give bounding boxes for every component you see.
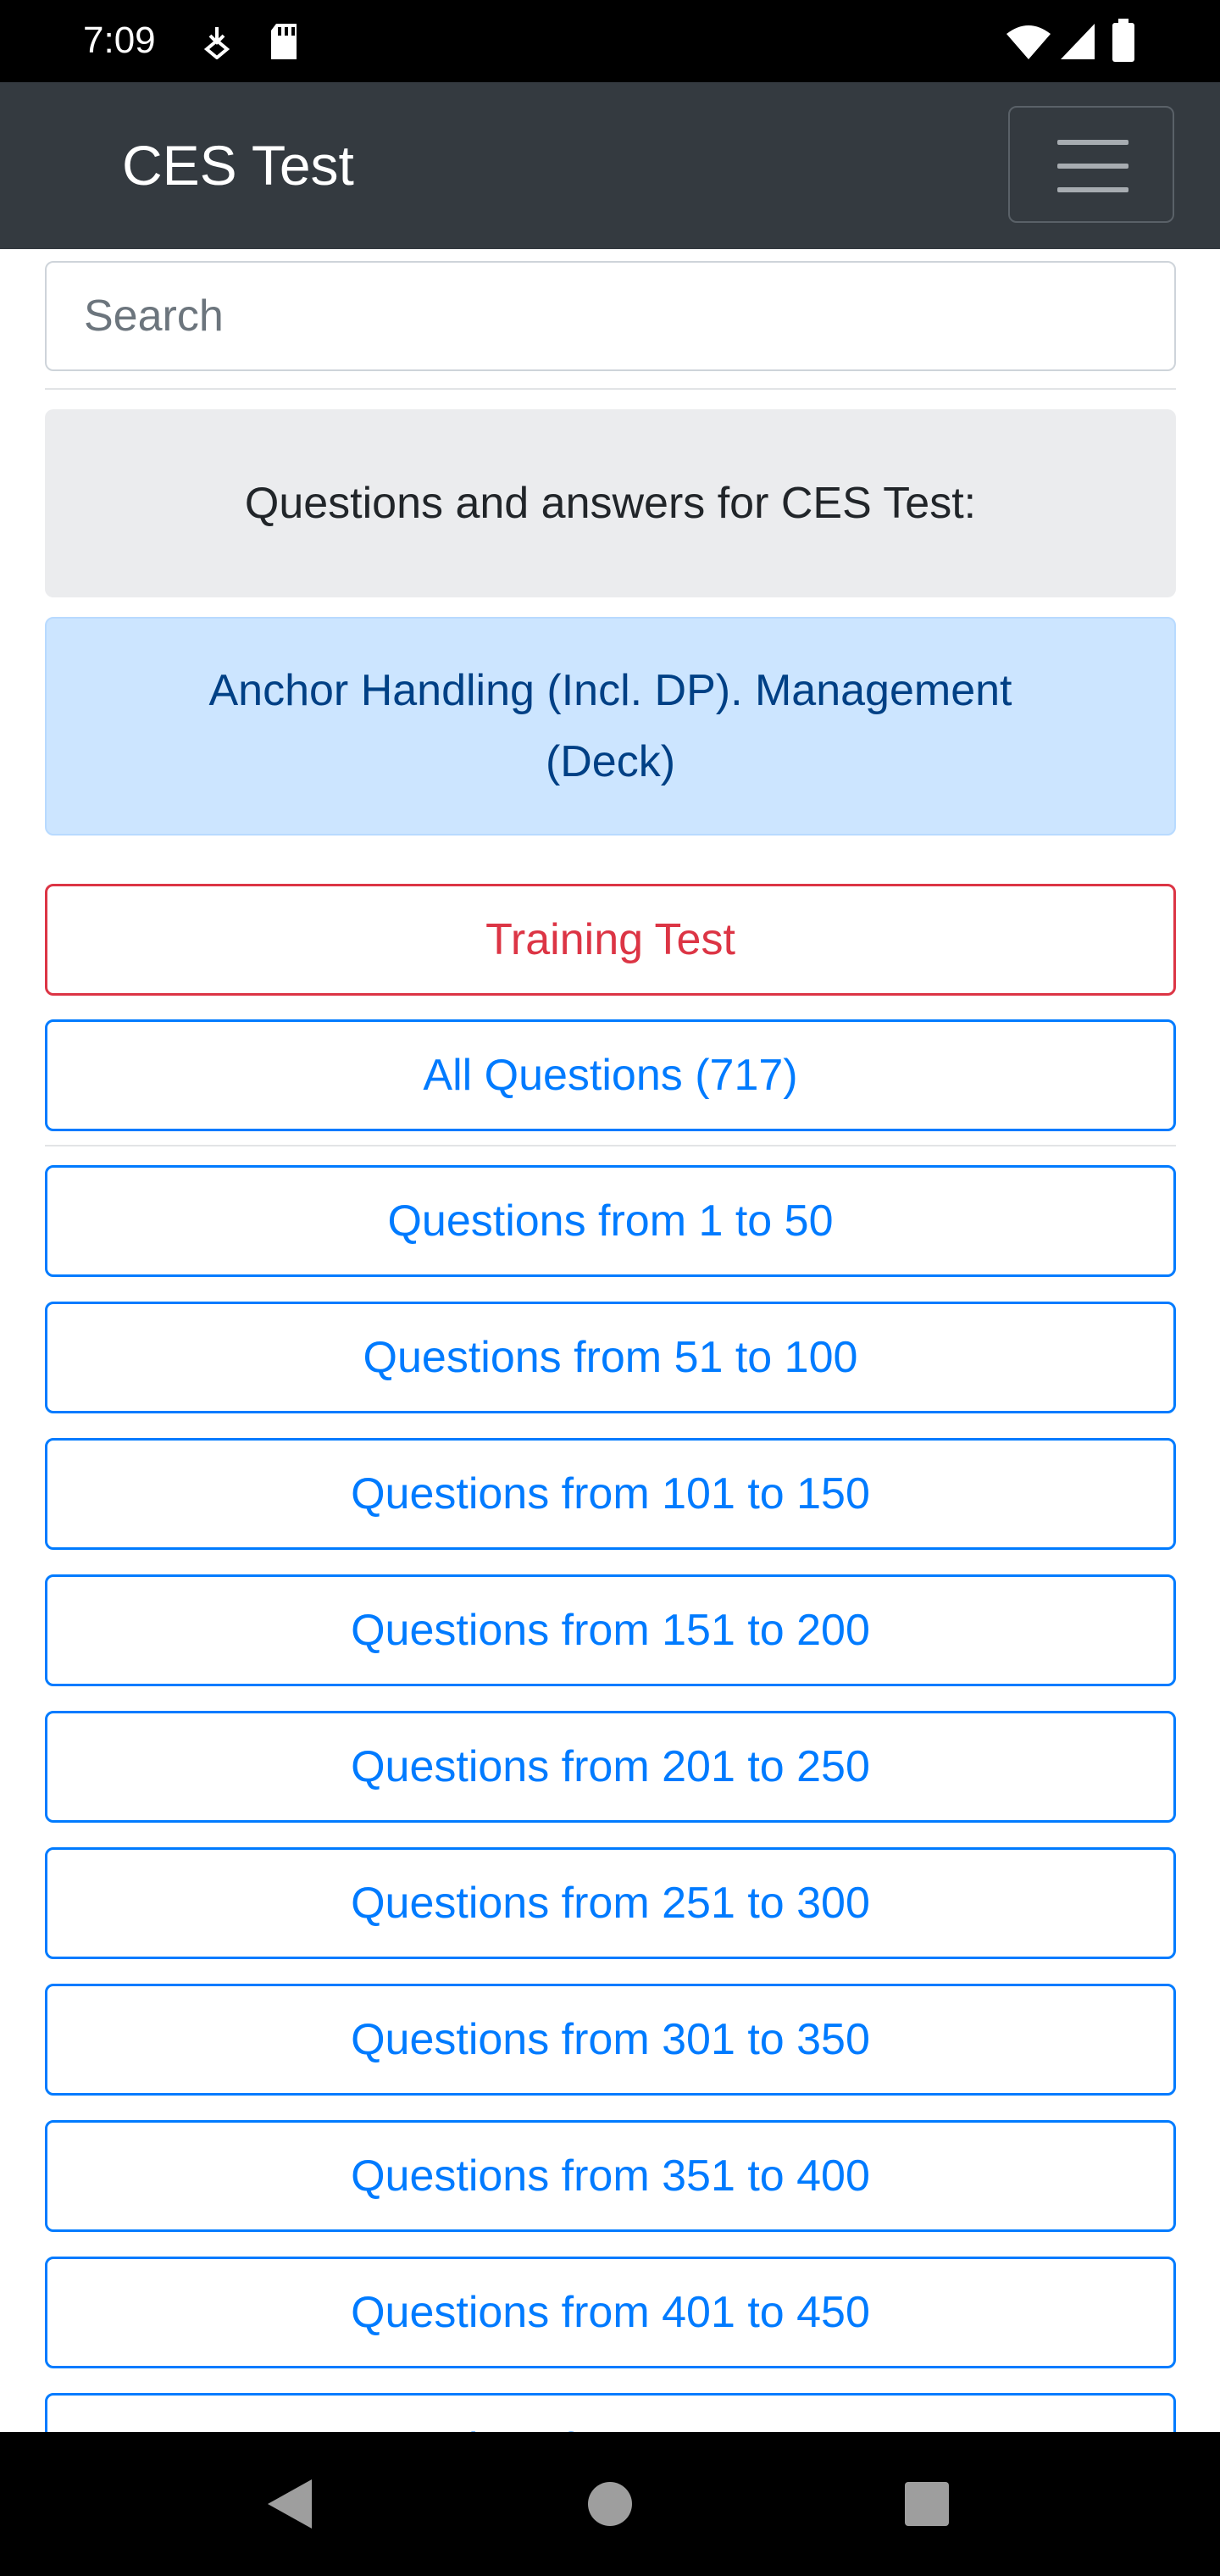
search-input[interactable] bbox=[45, 261, 1176, 371]
navbar-brand[interactable]: CES Test bbox=[122, 133, 354, 197]
all-questions-button[interactable]: All Questions (717) bbox=[45, 1019, 1176, 1131]
recents-icon[interactable] bbox=[903, 2476, 951, 2532]
questions-range-button[interactable]: Questions from 251 to 300 bbox=[45, 1847, 1176, 1959]
questions-range-button[interactable]: Questions from 301 to 350 bbox=[45, 1984, 1176, 2096]
back-icon[interactable] bbox=[264, 2476, 315, 2532]
info-box: Questions and answers for CES Test: bbox=[45, 409, 1176, 597]
questions-range-button[interactable]: Questions from 51 to 100 bbox=[45, 1302, 1176, 1413]
top-navbar: CES Test bbox=[0, 82, 1220, 249]
training-test-button[interactable]: Training Test bbox=[45, 884, 1176, 996]
course-title: Anchor Handling (Incl. DP). Management (… bbox=[208, 666, 1012, 786]
questions-range-button[interactable]: Questions from 201 to 250 bbox=[45, 1711, 1176, 1823]
status-time: 7:09 bbox=[83, 19, 156, 61]
wifi-icon bbox=[1006, 25, 1051, 59]
download-icon bbox=[203, 27, 230, 59]
divider bbox=[45, 388, 1176, 390]
navbar-toggler-button[interactable] bbox=[1008, 106, 1174, 223]
cell-signal-icon bbox=[1061, 24, 1095, 59]
course-title-box: Anchor Handling (Incl. DP). Management (… bbox=[45, 617, 1176, 836]
info-text: Questions and answers for CES Test: bbox=[244, 479, 977, 528]
questions-range-button[interactable]: Questions from 151 to 200 bbox=[45, 1574, 1176, 1686]
status-bar: 7:09 bbox=[0, 0, 1220, 82]
home-icon[interactable] bbox=[588, 2476, 632, 2532]
battery-icon bbox=[1112, 19, 1134, 62]
system-nav-bar bbox=[0, 2432, 1220, 2576]
questions-range-button[interactable]: Questions from 401 to 450 bbox=[45, 2257, 1176, 2368]
questions-range-button[interactable]: Questions from 101 to 150 bbox=[45, 1438, 1176, 1550]
questions-range-button[interactable]: Questions from 1 to 50 bbox=[45, 1165, 1176, 1277]
questions-range-button[interactable]: Questions from 451 to 500 bbox=[45, 2393, 1176, 2432]
questions-range-button[interactable]: Questions from 351 to 400 bbox=[45, 2120, 1176, 2232]
divider bbox=[45, 1145, 1176, 1146]
sd-card-icon bbox=[271, 24, 297, 59]
main-content: Questions and answers for CES Test: Anch… bbox=[0, 249, 1220, 2432]
